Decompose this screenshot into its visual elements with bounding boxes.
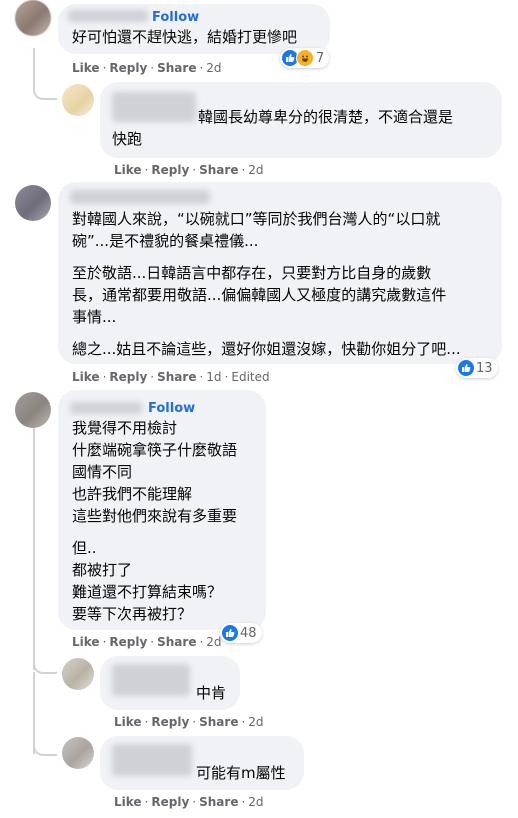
- comment-text: 可能有m屬性: [196, 764, 286, 782]
- comment-text: 總之...姑且不論這些，還好你姐還沒嫁，快勸你姐分了吧...: [72, 340, 461, 358]
- like-button[interactable]: Like: [72, 370, 100, 384]
- share-button[interactable]: Share: [199, 795, 238, 809]
- avatar[interactable]: [15, 185, 51, 221]
- commenter-name[interactable]: [70, 190, 210, 204]
- share-button[interactable]: Share: [157, 635, 196, 649]
- commenter-name[interactable]: [112, 664, 190, 696]
- thread-line: [33, 425, 35, 670]
- commenter-name[interactable]: [112, 744, 192, 776]
- reply-button[interactable]: Reply: [109, 61, 147, 75]
- timestamp[interactable]: 2d: [206, 61, 221, 75]
- comment-text: 要等下次再被打？: [72, 605, 193, 623]
- comment-text: 都被打了: [72, 561, 133, 579]
- comment-text: 快跑: [112, 130, 143, 148]
- share-button[interactable]: Share: [157, 61, 196, 75]
- comment-text: 事情...: [72, 308, 117, 326]
- edited-label: Edited: [231, 370, 270, 384]
- timestamp[interactable]: 2d: [248, 795, 263, 809]
- reaction-summary[interactable]: 13: [456, 358, 498, 378]
- timestamp[interactable]: 2d: [248, 163, 263, 177]
- share-button[interactable]: Share: [199, 715, 238, 729]
- comment-actions: Like · Reply · Share · 2d: [114, 795, 264, 809]
- comment-text: 但..: [72, 539, 97, 557]
- avatar[interactable]: [15, 0, 51, 36]
- avatar[interactable]: [62, 658, 94, 690]
- like-button[interactable]: Like: [114, 795, 142, 809]
- comment-text: 韓國長幼尊卑分的很清楚，不適合還是: [198, 108, 454, 126]
- comment-text: 我覺得不用檢討: [72, 419, 178, 437]
- thread-line: [33, 660, 57, 674]
- haha-reaction-icon: [296, 49, 314, 67]
- avatar[interactable]: [62, 84, 94, 116]
- comment-text: 難道還不打算結束嗎？: [72, 583, 223, 601]
- timestamp[interactable]: 1d: [206, 370, 221, 384]
- comment-text: 對韓國人來說，“以碗就口”等同於我們台灣人的“以口就: [72, 210, 441, 228]
- follow-link[interactable]: Follow: [152, 10, 199, 26]
- avatar[interactable]: [62, 737, 94, 769]
- comment-text: 這些對他們來說有多重要: [72, 507, 238, 525]
- like-button[interactable]: Like: [114, 715, 142, 729]
- like-reaction-icon: [458, 360, 474, 376]
- timestamp[interactable]: 2d: [206, 635, 221, 649]
- commenter-name[interactable]: [112, 92, 196, 122]
- like-button[interactable]: Like: [72, 635, 100, 649]
- comment-text: 什麼端碗拿筷子什麼敬語: [72, 441, 238, 459]
- reply-button[interactable]: Reply: [151, 795, 189, 809]
- commenter-name[interactable]: [70, 402, 142, 414]
- comment-actions: Like · Reply · Share · 2d: [72, 635, 222, 649]
- comment-text: 長，通常都要用敬語...偏偏韓國人又極度的講究歲數這件: [72, 286, 447, 304]
- timestamp[interactable]: 2d: [248, 715, 263, 729]
- thread-line: [33, 742, 57, 756]
- share-button[interactable]: Share: [157, 370, 196, 384]
- comment-text: 國情不同: [72, 463, 133, 481]
- avatar[interactable]: [15, 392, 51, 428]
- thread-line: [33, 86, 57, 100]
- reply-button[interactable]: Reply: [109, 370, 147, 384]
- comment-actions: Like · Reply · Share · 2d: [114, 163, 264, 177]
- comment-actions: Like · Reply · Share · 2d: [114, 715, 264, 729]
- reaction-summary[interactable]: 48: [220, 623, 262, 643]
- share-button[interactable]: Share: [199, 163, 238, 177]
- reaction-count: 7: [316, 50, 325, 66]
- reaction-summary[interactable]: 7: [280, 48, 330, 68]
- comment-text: 碗”...是不禮貌的餐桌禮儀...: [72, 232, 259, 250]
- commenter-name[interactable]: [68, 10, 148, 22]
- reply-button[interactable]: Reply: [109, 635, 147, 649]
- like-button[interactable]: Like: [114, 163, 142, 177]
- comment-text: 中肯: [196, 684, 227, 702]
- comment-text: 好可怕還不趕快逃，結婚打更慘吧: [72, 28, 298, 46]
- like-reaction-icon: [222, 625, 238, 641]
- reply-button[interactable]: Reply: [151, 715, 189, 729]
- follow-link[interactable]: Follow: [148, 401, 195, 417]
- comment-text: 至於敬語...日韓語言中都存在，只要對方比自身的歲數: [72, 264, 432, 282]
- comment-actions: Like · Reply · Share · 1d · Edited: [72, 370, 270, 384]
- comment-text: 也許我們不能理解: [72, 485, 193, 503]
- reply-button[interactable]: Reply: [151, 163, 189, 177]
- comment-actions: Like · Reply · Share · 2d: [72, 61, 222, 75]
- like-button[interactable]: Like: [72, 61, 100, 75]
- reaction-count: 13: [476, 360, 493, 376]
- reaction-count: 48: [240, 625, 257, 641]
